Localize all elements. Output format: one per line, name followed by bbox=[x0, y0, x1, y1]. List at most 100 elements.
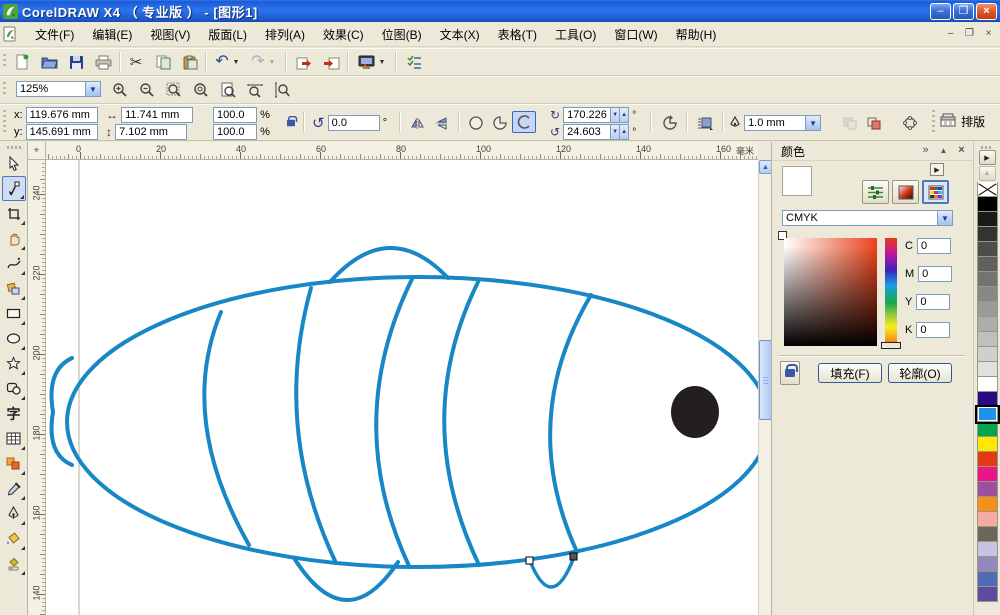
color-swatch[interactable] bbox=[977, 242, 998, 257]
zoom-to-selection-button[interactable] bbox=[162, 79, 186, 101]
open-button[interactable] bbox=[37, 51, 61, 73]
drawing-canvas[interactable] bbox=[46, 160, 758, 615]
color-swatch[interactable] bbox=[977, 257, 998, 272]
cut-button[interactable]: ✂ bbox=[124, 51, 148, 73]
color-swatch[interactable] bbox=[977, 287, 998, 302]
color-palettes-button[interactable] bbox=[922, 180, 949, 204]
scale-v-input[interactable]: 100.0 bbox=[213, 124, 257, 140]
arc-node-handle[interactable] bbox=[570, 553, 577, 560]
basic-shapes-tool[interactable] bbox=[2, 376, 26, 401]
menu-window[interactable]: 窗口(W) bbox=[605, 23, 666, 46]
object-x-input[interactable]: 119.676 mm bbox=[26, 107, 98, 123]
zoom-in-button[interactable] bbox=[108, 79, 132, 101]
import-button[interactable] bbox=[292, 51, 316, 73]
color-swatch[interactable] bbox=[977, 302, 998, 317]
color-swatch[interactable] bbox=[977, 407, 998, 422]
color-swatch[interactable] bbox=[977, 362, 998, 377]
polygon-tool[interactable] bbox=[2, 351, 26, 376]
text-tool[interactable]: 字 bbox=[2, 401, 26, 426]
color-lock-button[interactable] bbox=[780, 361, 800, 385]
new-document-button[interactable] bbox=[10, 51, 34, 73]
hue-slider[interactable] bbox=[885, 238, 897, 346]
layout-button[interactable]: 排版 bbox=[940, 113, 985, 129]
color-swatch[interactable] bbox=[977, 332, 998, 347]
color-swatch[interactable] bbox=[977, 467, 998, 482]
spin-up-icon[interactable]: ▲ bbox=[620, 107, 629, 123]
export-button[interactable] bbox=[319, 51, 343, 73]
color-swatch[interactable] bbox=[977, 572, 998, 587]
vertical-ruler[interactable]: 240220200180160140 bbox=[28, 160, 46, 615]
rectangle-tool[interactable] bbox=[2, 301, 26, 326]
options-flyout-button[interactable]: ▶ bbox=[930, 163, 944, 176]
crop-tool[interactable] bbox=[2, 201, 26, 226]
zoom-level-dropdown[interactable]: ▼ bbox=[86, 81, 101, 97]
color-field[interactable] bbox=[784, 238, 877, 346]
outline-button[interactable]: 轮廓(O) bbox=[888, 363, 952, 383]
fish-outline[interactable] bbox=[52, 248, 758, 600]
wrap-text-button[interactable] bbox=[693, 112, 717, 134]
zoom-all-objects-button[interactable] bbox=[189, 79, 213, 101]
menu-arrange[interactable]: 排列(A) bbox=[256, 23, 314, 46]
horizontal-ruler[interactable]: 毫米 020406080100120140160 bbox=[46, 142, 758, 160]
position-anchor-button[interactable] bbox=[898, 112, 922, 134]
color-swatch[interactable] bbox=[977, 227, 998, 242]
undo-dropdown[interactable]: ▼ bbox=[230, 51, 242, 73]
channel-c-input[interactable]: 0 bbox=[917, 238, 951, 254]
color-model-dropdown[interactable]: ▼ bbox=[938, 210, 953, 226]
color-swatch[interactable] bbox=[977, 317, 998, 332]
smart-fill-tool[interactable] bbox=[2, 276, 26, 301]
object-width-input[interactable]: 11.741 mm bbox=[121, 107, 193, 123]
color-swatch[interactable] bbox=[977, 452, 998, 467]
fish-body[interactable] bbox=[67, 277, 758, 567]
pie-mode-button[interactable] bbox=[488, 112, 512, 134]
fish-stripe[interactable] bbox=[376, 279, 412, 566]
menu-file[interactable]: 文件(F) bbox=[26, 23, 83, 46]
color-swatch[interactable] bbox=[977, 197, 998, 212]
fish-stripe[interactable] bbox=[204, 312, 249, 545]
color-swatch[interactable] bbox=[977, 437, 998, 452]
toolbox-grip[interactable] bbox=[7, 146, 21, 149]
color-swatch[interactable] bbox=[977, 497, 998, 512]
toolbar-grip[interactable] bbox=[3, 110, 6, 134]
spin-down-icon[interactable]: ▼ bbox=[611, 124, 620, 140]
channel-k-input[interactable]: 0 bbox=[916, 322, 950, 338]
doc-restore-button[interactable]: ❐ bbox=[962, 26, 977, 40]
color-swatch[interactable] bbox=[977, 542, 998, 557]
menu-table[interactable]: 表格(T) bbox=[489, 23, 546, 46]
print-button[interactable] bbox=[91, 51, 115, 73]
no-color-swatch[interactable] bbox=[977, 182, 998, 197]
close-button[interactable]: × bbox=[976, 3, 997, 20]
channel-y-input[interactable]: 0 bbox=[916, 294, 950, 310]
doc-close-button[interactable]: × bbox=[981, 26, 996, 40]
fish-stripe[interactable] bbox=[550, 295, 591, 552]
outline-pen-tool[interactable] bbox=[2, 501, 26, 526]
paste-button[interactable] bbox=[178, 51, 202, 73]
rotation-input[interactable]: 0.0 bbox=[328, 115, 380, 131]
pan-tool[interactable] bbox=[2, 226, 26, 251]
color-swatch[interactable] bbox=[977, 527, 998, 542]
fill-button[interactable]: 填充(F) bbox=[818, 363, 882, 383]
redo-dropdown[interactable]: ▼ bbox=[266, 51, 278, 73]
options-button[interactable] bbox=[402, 51, 426, 73]
color-swatch[interactable] bbox=[977, 557, 998, 572]
color-swatch[interactable] bbox=[977, 377, 998, 392]
color-swatch[interactable] bbox=[977, 422, 998, 437]
table-tool[interactable] bbox=[2, 426, 26, 451]
application-launcher-button[interactable] bbox=[354, 51, 378, 73]
arc-node-handle[interactable] bbox=[526, 557, 533, 564]
zoom-to-page-button[interactable] bbox=[216, 79, 240, 101]
outline-width-input[interactable]: 1.0 mm bbox=[744, 115, 806, 131]
spin-down-icon[interactable]: ▼ bbox=[611, 107, 620, 123]
vertical-scrollbar[interactable]: ▲ bbox=[758, 160, 771, 615]
menu-bitmaps[interactable]: 位图(B) bbox=[373, 23, 431, 46]
arc-direction-button[interactable] bbox=[658, 112, 682, 134]
docker-close-button[interactable]: × bbox=[954, 144, 969, 156]
scale-lock-button[interactable] bbox=[286, 115, 296, 131]
fill-tool[interactable] bbox=[2, 526, 26, 551]
menu-text[interactable]: 文本(X) bbox=[431, 23, 489, 46]
zoom-out-button[interactable] bbox=[135, 79, 159, 101]
fish-stripe[interactable] bbox=[444, 282, 479, 565]
spin-up-icon[interactable]: ▲ bbox=[620, 124, 629, 140]
docker-flyout-button[interactable]: » bbox=[918, 144, 933, 156]
ellipse-tool[interactable] bbox=[2, 326, 26, 351]
